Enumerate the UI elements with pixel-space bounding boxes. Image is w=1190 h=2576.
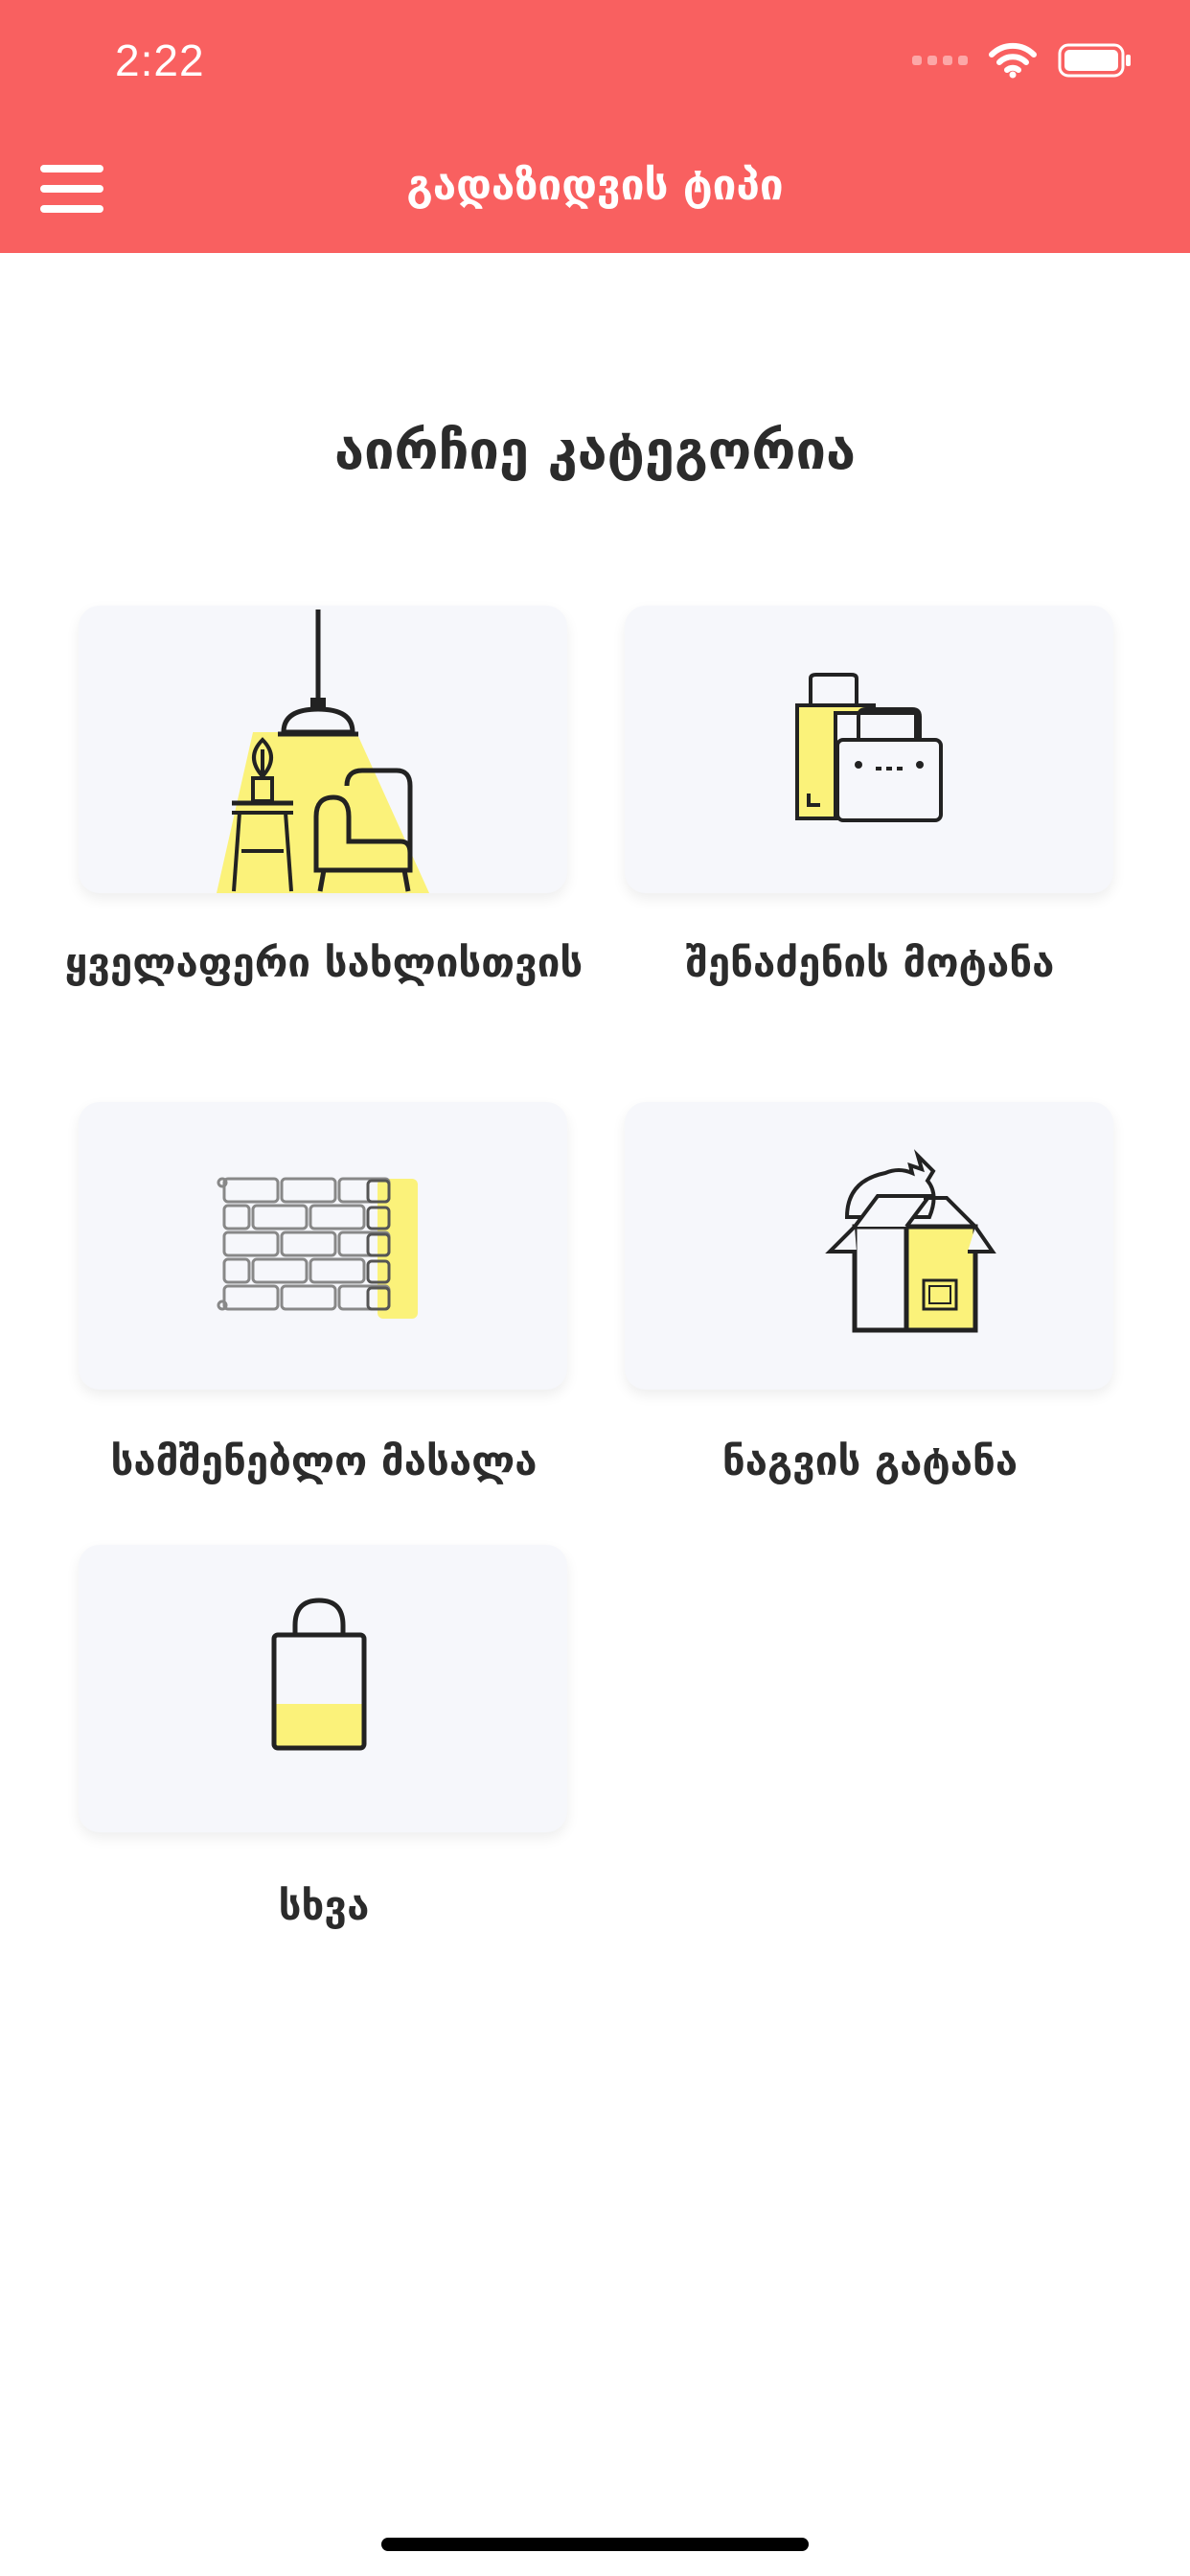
status-indicators: [912, 42, 1133, 79]
category-label-garbage: ნაგვის გატანა: [721, 1438, 1018, 1484]
brick-wall-icon: [217, 1177, 418, 1319]
cellular-signal-icon: [912, 56, 968, 65]
page-heading: აირჩიე კატეგორია: [333, 420, 857, 482]
home-indicator[interactable]: [381, 2538, 809, 2551]
category-card-other[interactable]: [79, 1545, 567, 1832]
nav-title: გადაზიდვის ტიპი: [406, 161, 784, 210]
category-card-construction[interactable]: [79, 1102, 567, 1390]
lamp-furniture-icon: [217, 610, 429, 893]
category-card-home[interactable]: [79, 606, 567, 893]
shopping-bag-icon: [271, 1598, 367, 1751]
wifi-icon: [989, 42, 1037, 79]
category-card-garbage[interactable]: [625, 1102, 1113, 1390]
category-label-shopping: შენაძენის მოტანა: [685, 939, 1055, 986]
category-label-construction: სამშენებლო მასალა: [110, 1438, 538, 1484]
shopping-bags-icon: [795, 673, 943, 822]
category-label-other: სხვა: [278, 1882, 370, 1929]
status-time: 2:22: [115, 35, 205, 85]
category-card-shopping[interactable]: [625, 606, 1113, 893]
app-header: 2:22 გადაზიდვის ტიპი: [0, 0, 1190, 253]
category-label-home: ყველაფერი სახლისთვის: [64, 939, 584, 986]
battery-icon: [1058, 43, 1131, 78]
trash-box-icon: [825, 1149, 996, 1333]
